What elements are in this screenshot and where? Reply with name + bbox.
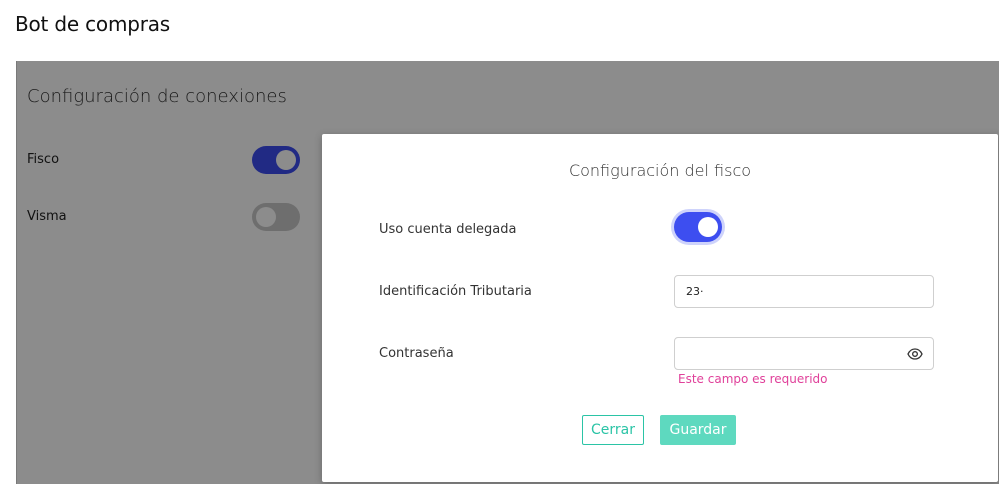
modal-title: Configuración del fisco xyxy=(568,161,752,180)
password-input[interactable] xyxy=(674,337,934,370)
fisco-config-modal: Configuración del fisco Uso cuenta deleg… xyxy=(322,134,998,482)
page-title: Bot de compras xyxy=(15,12,171,36)
tax-id-input[interactable]: 23· xyxy=(674,275,934,308)
password-label: Contraseña xyxy=(379,346,454,361)
delegated-account-toggle[interactable] xyxy=(674,212,722,242)
eye-icon[interactable] xyxy=(907,346,923,362)
tax-id-label: Identificación Tributaria xyxy=(379,284,532,299)
close-button[interactable]: Cerrar xyxy=(582,415,644,445)
delegated-account-label: Uso cuenta delegada xyxy=(379,222,517,237)
password-error: Este campo es requerido xyxy=(678,372,828,386)
toggle-knob xyxy=(698,217,718,237)
save-button[interactable]: Guardar xyxy=(660,415,736,445)
tax-id-value: 23· xyxy=(686,285,704,298)
